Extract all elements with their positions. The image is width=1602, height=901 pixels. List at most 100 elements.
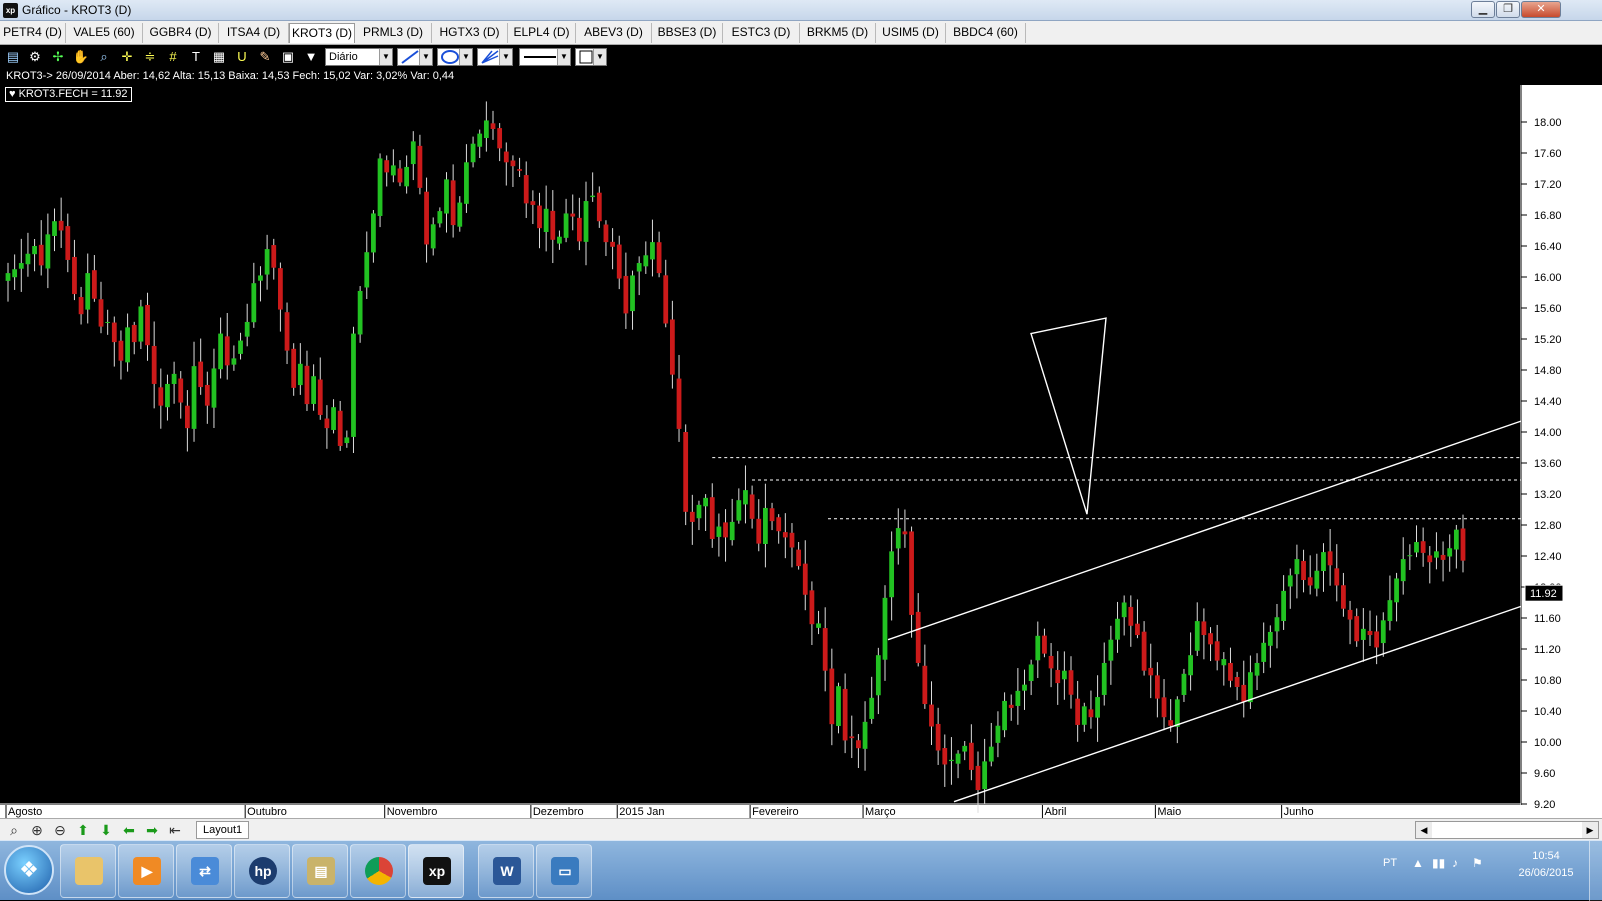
scroll-right-icon[interactable]: ▶ [1582, 822, 1598, 838]
candle-bear [935, 723, 941, 751]
chevron-down-icon[interactable]: ▼ [379, 49, 392, 65]
arrow-down-icon[interactable]: ⬇ [97, 821, 115, 839]
jump-to-start-icon[interactable]: ⇤ [166, 821, 184, 839]
chart-icon[interactable]: ▤ [4, 48, 22, 66]
flag-icon[interactable]: ⚑ [1472, 856, 1483, 870]
candle-bear [909, 531, 914, 615]
candle-bull [743, 490, 748, 505]
channel-lower-line[interactable] [953, 605, 1522, 803]
tab-ggbr4[interactable]: GGBR4 (D) [143, 23, 219, 43]
candle-bear [796, 549, 802, 567]
text-icon[interactable]: T [187, 48, 205, 66]
chevron-down-icon[interactable]: ▼ [499, 49, 512, 65]
candle-bear [497, 128, 503, 149]
zoom-out-icon[interactable]: ⊖ [51, 821, 69, 839]
magnet-icon[interactable]: U [233, 48, 251, 66]
channel-upper-line[interactable] [887, 420, 1522, 641]
show-hidden-icons-icon[interactable]: ▲ [1412, 856, 1424, 870]
ellipse-tool-select[interactable]: ▼ [437, 48, 473, 66]
candle-bull [211, 368, 217, 408]
clipboard-icon[interactable]: ▣ [279, 48, 297, 66]
color-select[interactable]: ▼ [575, 48, 607, 66]
crosshair-icon[interactable]: ✛ [118, 48, 136, 66]
candle-bear [829, 668, 835, 725]
tab-krot3[interactable]: KROT3 (D) [289, 23, 355, 43]
horizontal-scrollbar[interactable]: ◀ ▶ [1415, 821, 1599, 839]
zoom-in-icon[interactable]: ⊕ [28, 821, 46, 839]
period-select[interactable]: Diário ▼ [325, 48, 393, 66]
line-style-select[interactable]: ▼ [519, 48, 571, 66]
layout-tab[interactable]: Layout1 [196, 821, 250, 839]
signal-icon[interactable]: ▮▮ [1432, 856, 1445, 870]
chrome-icon[interactable] [350, 844, 406, 898]
candle-bull [32, 246, 37, 255]
candle-bull [5, 273, 11, 281]
gear-icon[interactable]: ⚙ [26, 48, 44, 66]
zoom-chart-icon[interactable]: ⌕ [95, 48, 113, 66]
fibonacci-icon[interactable]: ≑ [141, 48, 159, 66]
tab-bbse3[interactable]: BBSE3 (D) [652, 23, 723, 43]
media-player-icon[interactable]: ▶ [118, 844, 174, 898]
fan-tool-select[interactable]: ▼ [477, 48, 513, 66]
candle-bull [18, 263, 24, 269]
chevron-down-icon[interactable]: ▼ [557, 49, 570, 65]
network-icon[interactable]: ⇄ [176, 844, 232, 898]
filter-icon[interactable]: ▼ [302, 48, 320, 66]
chevron-down-icon[interactable]: ▼ [419, 49, 432, 65]
tab-vale5[interactable]: VALE5 (60) [66, 23, 143, 43]
windows-start-icon[interactable]: ❖ [4, 845, 54, 895]
candle-bear [1228, 662, 1233, 681]
candle-bear [570, 213, 576, 217]
candle-bull [191, 366, 197, 429]
triangle-drawing[interactable] [1030, 317, 1107, 515]
tab-bbdc4[interactable]: BBDC4 (60) [946, 23, 1026, 43]
close-button[interactable]: ✕ [1521, 1, 1561, 18]
tab-brkm5[interactable]: BRKM5 (D) [800, 23, 876, 43]
line-tool-select[interactable]: ▼ [397, 48, 433, 66]
calculator-icon[interactable]: ▦ [210, 48, 228, 66]
candle-bear [1460, 528, 1466, 561]
hand-icon[interactable]: ✋ [72, 48, 90, 66]
language-indicator[interactable]: PT [1383, 857, 1397, 869]
xp-icon[interactable]: xp [408, 844, 464, 898]
hp-icon[interactable]: hp [234, 844, 290, 898]
candle-bull [470, 143, 476, 163]
scroll-left-icon[interactable]: ◀ [1416, 822, 1432, 838]
candle-bear [158, 387, 164, 406]
minimize-button[interactable]: ▁ [1471, 1, 1495, 18]
maximize-button[interactable]: ❐ [1496, 1, 1520, 18]
tab-hgtx3[interactable]: HGTX3 (D) [432, 23, 508, 43]
candle-bear [683, 432, 689, 512]
candle-bear [530, 201, 536, 205]
volume-icon[interactable]: ♪ [1452, 856, 1458, 870]
tab-itsa4[interactable]: ITSA4 (D) [219, 23, 289, 43]
candle-bull [736, 500, 742, 521]
candle-bear [178, 378, 184, 403]
candle-bear [689, 511, 695, 522]
image-viewer-icon[interactable]: ▭ [536, 844, 592, 898]
candle-bull [816, 623, 821, 628]
explorer-icon[interactable] [60, 844, 116, 898]
brush-icon[interactable]: ✎ [256, 48, 274, 66]
show-desktop-button[interactable] [1589, 841, 1602, 901]
tab-prml3[interactable]: PRML3 (D) [355, 23, 432, 43]
price-legend[interactable]: ♥ KROT3.FECH = 11.92 [5, 87, 132, 102]
candle-bull [1101, 662, 1107, 695]
word-icon[interactable]: W [478, 844, 534, 898]
zoom-icon[interactable]: ⌕ [5, 821, 23, 839]
archive-icon[interactable]: ▤ [292, 844, 348, 898]
tab-abev3[interactable]: ABEV3 (D) [576, 23, 652, 43]
chevron-down-icon[interactable]: ▼ [593, 49, 606, 65]
candlestick-chart[interactable]: 9.209.6010.0010.4010.8011.2011.6012.0012… [0, 85, 1602, 818]
arrow-up-icon[interactable]: ⬆ [74, 821, 92, 839]
tab-usim5[interactable]: USIM5 (D) [876, 23, 946, 43]
arrow-right-icon[interactable]: ➡ [143, 821, 161, 839]
grid-icon[interactable]: # [164, 48, 182, 66]
tab-petr4[interactable]: PETR4 (D) [0, 23, 66, 43]
chevron-down-icon[interactable]: ▼ [459, 49, 472, 65]
tab-elpl4[interactable]: ELPL4 (D) [508, 23, 576, 43]
arrow-left-icon[interactable]: ⬅ [120, 821, 138, 839]
cursor-icon[interactable]: ✢ [49, 48, 67, 66]
tab-estc3[interactable]: ESTC3 (D) [723, 23, 800, 43]
clock[interactable]: 10:54 26/06/2015 [1510, 848, 1582, 882]
